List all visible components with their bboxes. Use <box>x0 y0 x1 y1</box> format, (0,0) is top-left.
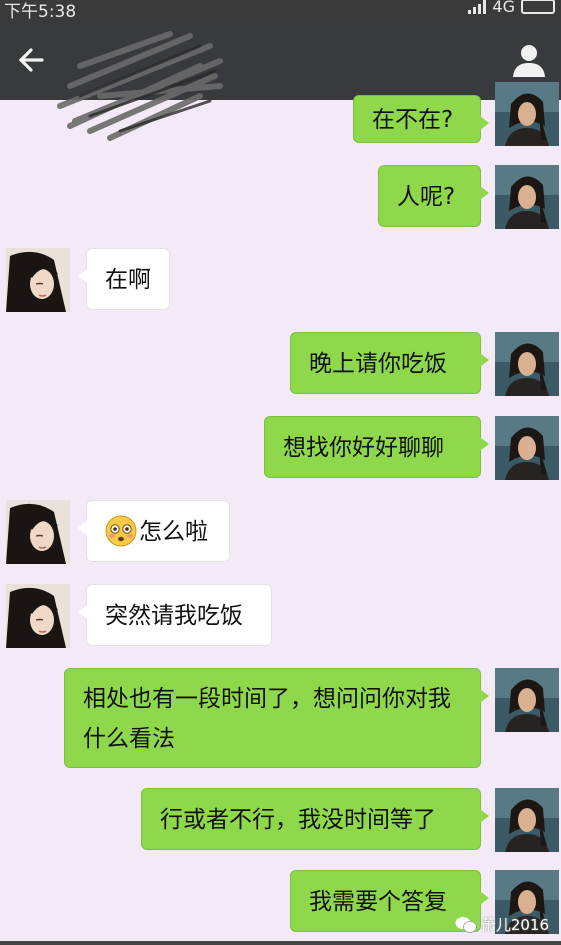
message-text: 怎么啦 <box>139 519 208 545</box>
my-avatar[interactable] <box>495 82 559 146</box>
battery-icon <box>521 0 555 14</box>
message-text: 在啊 <box>105 267 151 293</box>
my-avatar[interactable] <box>495 668 559 732</box>
my-avatar[interactable] <box>495 788 559 852</box>
message-bubble[interactable]: 突然请我吃饭 <box>78 584 272 646</box>
message-bubble[interactable]: 在不在? <box>353 95 489 143</box>
message-bubble[interactable]: 怎么啦 <box>78 500 230 562</box>
status-icons: 4G <box>468 0 555 16</box>
person-icon[interactable] <box>511 42 547 78</box>
message-bubble[interactable]: 我需要个答复 <box>290 870 489 932</box>
message-bubble[interactable]: 晚上请你吃饭 <box>290 332 489 394</box>
contact-avatar[interactable] <box>6 584 70 648</box>
message-text: 突然请我吃饭 <box>105 603 243 629</box>
signal-icon <box>468 0 487 14</box>
message-bubble[interactable]: 在啊 <box>78 248 170 310</box>
watermark: 萧儿2016 <box>455 914 549 935</box>
message-text: 在不在? <box>372 107 454 133</box>
my-avatar[interactable] <box>495 165 559 229</box>
back-arrow-icon[interactable] <box>12 40 52 80</box>
bottom-strip <box>0 941 561 945</box>
message-text: 人呢? <box>397 184 456 210</box>
message-bubble[interactable]: 想找你好好聊聊 <box>264 416 489 478</box>
message-text: 晚上请你吃饭 <box>309 351 447 377</box>
status-time: 下午5:38 <box>4 2 77 22</box>
message-text: 我需要个答复 <box>309 889 447 915</box>
redaction-scribble <box>57 31 223 141</box>
message-text: 想找你好好聊聊 <box>283 435 444 461</box>
status-bar: 下午5:38 4G <box>0 0 561 22</box>
watermark-text: 萧儿2016 <box>480 916 549 934</box>
contact-avatar[interactable] <box>6 500 70 564</box>
my-avatar[interactable] <box>495 332 559 396</box>
message-text: 行或者不行，我没时间等了 <box>160 807 436 833</box>
network-type: 4G <box>492 0 515 16</box>
flushed-face-emoji <box>105 515 137 546</box>
wechat-icon <box>455 916 477 933</box>
message-bubble[interactable]: 人呢? <box>378 165 489 227</box>
contact-avatar[interactable] <box>6 248 70 312</box>
message-text: 相处也有一段时间了，想问问你对我什么看法 <box>83 686 451 752</box>
message-bubble[interactable]: 相处也有一段时间了，想问问你对我什么看法 <box>64 668 489 768</box>
message-bubble[interactable]: 行或者不行，我没时间等了 <box>141 788 489 850</box>
chat-header <box>0 22 561 141</box>
my-avatar[interactable] <box>495 416 559 480</box>
